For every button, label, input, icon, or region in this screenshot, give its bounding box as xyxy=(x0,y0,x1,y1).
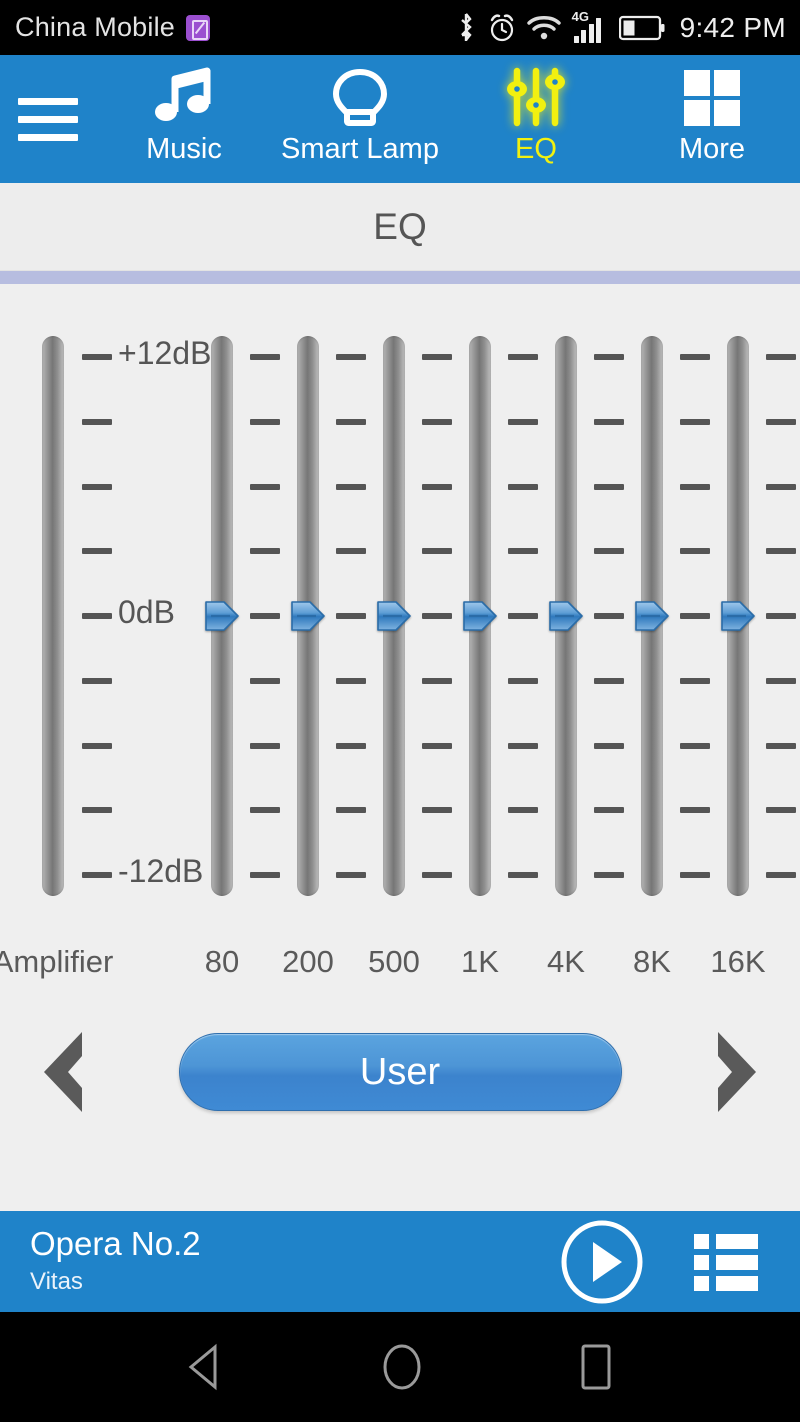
now-playing-controls xyxy=(560,1220,760,1304)
slider-thumb-1K[interactable] xyxy=(462,597,498,635)
scale-label-0: +12dB xyxy=(118,335,212,371)
page-title-bar: EQ xyxy=(0,183,800,271)
signal-bars-icon: 4G xyxy=(572,9,608,43)
equalizer-sliders: +12dB 0dB -12dB xyxy=(0,335,800,896)
recents-square-icon[interactable] xyxy=(575,1341,617,1393)
slider-thumb-500[interactable] xyxy=(376,597,412,635)
nav-item-smart-lamp[interactable]: Smart Lamp xyxy=(272,55,448,183)
now-playing-bar[interactable]: Opera No.2 Vitas xyxy=(0,1211,800,1312)
back-triangle-icon[interactable] xyxy=(183,1343,229,1391)
nav-label-smart-lamp: Smart Lamp xyxy=(281,133,439,165)
page-title: EQ xyxy=(373,205,427,247)
bluetooth-icon xyxy=(460,13,472,41)
preset-prev-button[interactable] xyxy=(0,1026,118,1118)
slider-ticks xyxy=(680,336,710,896)
grid-squares-icon xyxy=(681,67,743,129)
slider-track-amplifier[interactable] xyxy=(42,336,64,896)
scale-label-1: 0dB xyxy=(118,594,175,630)
slider-ticks xyxy=(508,336,538,896)
equalizer-icon xyxy=(503,67,569,129)
chevron-right-icon xyxy=(718,1032,756,1112)
now-playing-title: Opera No.2 xyxy=(30,1225,201,1263)
slider-thumb-80[interactable] xyxy=(204,597,240,635)
slider-ticks xyxy=(422,336,452,896)
equalizer-panel: +12dB 0dB -12dB Amplifier 80 200 500 1K 4K 8K 16K xyxy=(0,284,800,1007)
status-icons: 4G 9:42 PM xyxy=(455,9,786,44)
sim-card-icon xyxy=(185,14,210,41)
battery-icon xyxy=(618,15,665,40)
slider-ticks xyxy=(250,336,280,896)
slider-ticks xyxy=(766,336,796,896)
now-playing-artist: Vitas xyxy=(30,1268,83,1296)
play-circle-icon[interactable] xyxy=(560,1220,644,1304)
light-bulb-icon xyxy=(328,67,392,129)
nav-label-music: Music xyxy=(146,133,222,165)
home-circle-icon[interactable] xyxy=(379,1341,425,1393)
carrier-label: China Mobile xyxy=(15,12,175,42)
slider-thumb-16K[interactable] xyxy=(720,597,756,635)
slider-ticks xyxy=(594,336,624,896)
band-label-16K: 16K xyxy=(710,944,766,979)
slider-ticks xyxy=(336,336,366,896)
alarm-clock-icon xyxy=(490,13,513,41)
chevron-left-icon xyxy=(44,1032,82,1112)
hamburger-menu-icon[interactable] xyxy=(0,55,96,183)
preset-selector-row: User xyxy=(0,1007,800,1137)
clock-label: 9:42 PM xyxy=(679,11,786,43)
slider-thumb-200[interactable] xyxy=(290,597,326,635)
preset-current-button[interactable]: User xyxy=(178,1033,622,1111)
slider-thumb-4K[interactable] xyxy=(548,597,584,635)
nav-label-eq: EQ xyxy=(515,133,557,165)
playlist-icon[interactable] xyxy=(692,1230,760,1294)
wifi-icon xyxy=(526,16,561,40)
system-status-bar: China Mobile 4G 9:42 PM xyxy=(0,0,800,55)
nav-item-eq[interactable]: EQ xyxy=(448,55,624,183)
android-navigation-bar xyxy=(0,1312,800,1422)
slider-ticks xyxy=(82,336,112,896)
band-label-amplifier: Amplifier xyxy=(0,944,114,979)
preset-next-button[interactable] xyxy=(682,1026,800,1118)
preset-current-label: User xyxy=(359,1050,441,1093)
app-navigation-bar: Music Smart Lamp EQ More xyxy=(0,55,800,183)
nav-label-more: More xyxy=(678,133,746,165)
nav-item-music[interactable]: Music xyxy=(96,55,272,183)
title-divider xyxy=(0,271,800,284)
scale-label-2: -12dB xyxy=(118,853,204,889)
slider-thumb-8K[interactable] xyxy=(634,597,670,635)
app-root: China Mobile 4G 9:42 PM Music Smart Lamp… xyxy=(0,0,800,1422)
music-note-icon xyxy=(149,67,219,129)
nav-item-more[interactable]: More xyxy=(624,55,800,183)
now-playing-meta: Opera No.2 Vitas xyxy=(30,1225,201,1297)
